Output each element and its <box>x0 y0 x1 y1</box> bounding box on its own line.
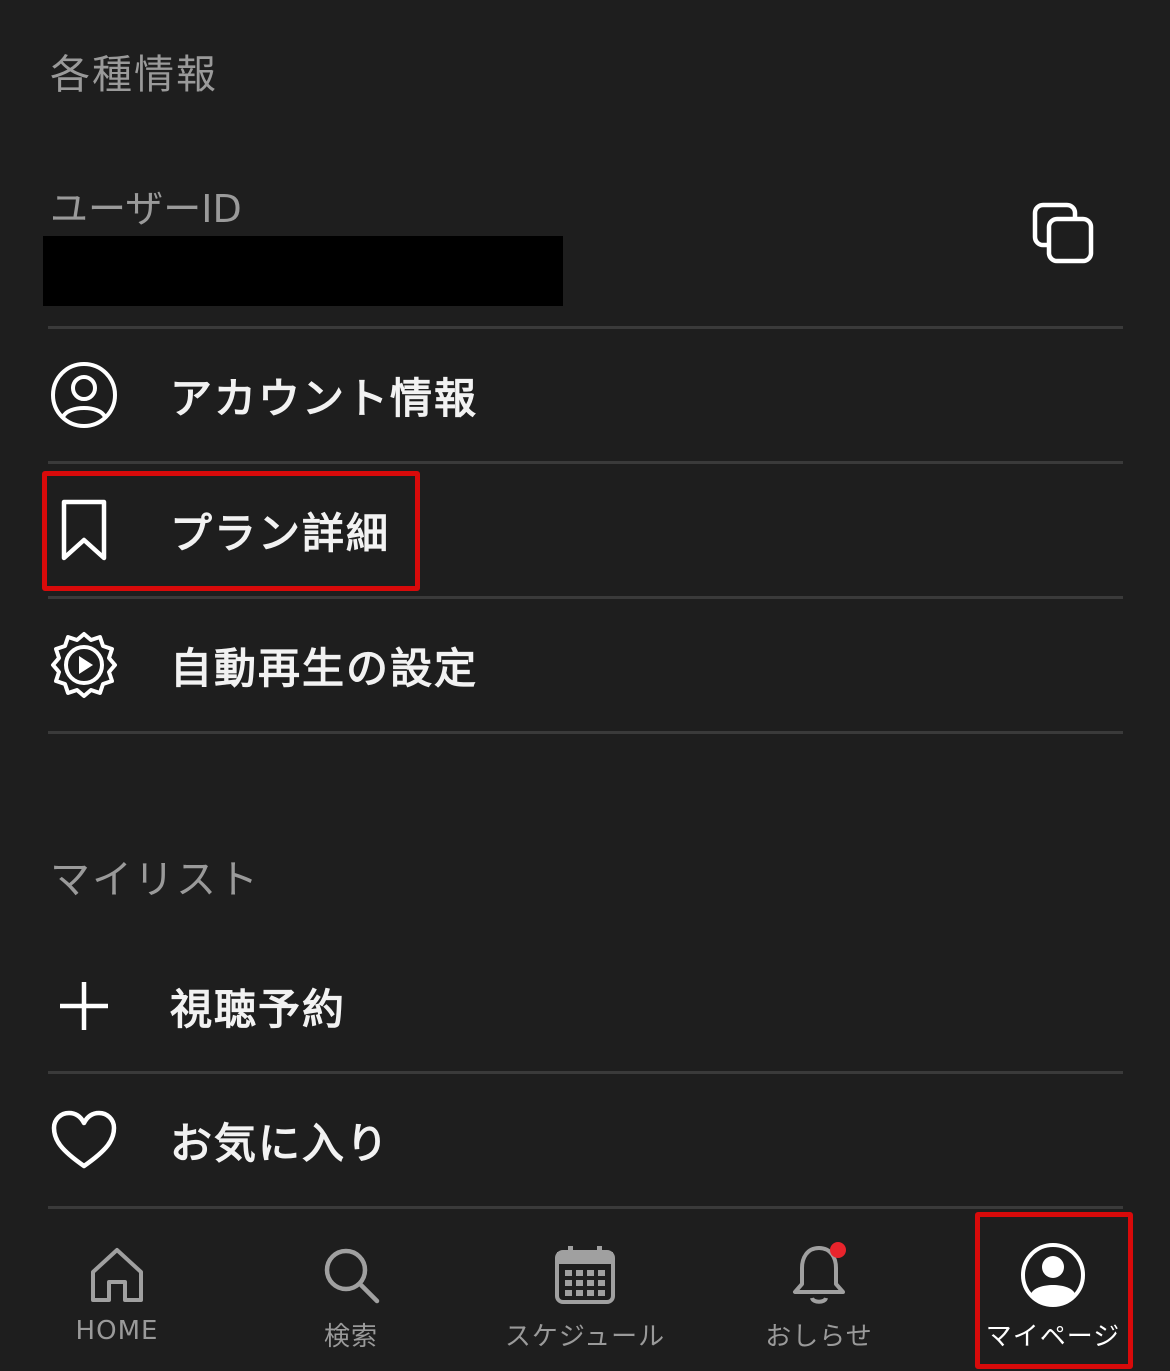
menu-item-autoplay[interactable]: 自動再生の設定 <box>48 599 1123 731</box>
tab-label-search: 検索 <box>323 1322 378 1352</box>
menu-item-reserve[interactable]: 視聴予約 <box>48 940 1123 1072</box>
highlight-plan-details <box>42 471 420 591</box>
gear-play-icon <box>48 629 120 701</box>
home-icon <box>82 1240 152 1310</box>
tab-label-notices: おしらせ <box>765 1322 873 1352</box>
divider <box>48 1206 1123 1209</box>
copy-icon <box>1032 202 1094 264</box>
tab-label-home: HOME <box>75 1316 159 1346</box>
menu-label-favorites: お気に入り <box>170 1118 391 1168</box>
tab-search[interactable]: 検索 <box>234 1210 468 1371</box>
user-id-value-redacted <box>43 236 563 306</box>
notification-badge <box>830 1242 846 1258</box>
plus-icon <box>48 970 120 1042</box>
search-icon <box>316 1240 386 1310</box>
user-id-label: ユーザーID <box>50 187 242 231</box>
tab-home[interactable]: HOME <box>0 1210 234 1371</box>
divider <box>48 731 1123 734</box>
tab-label-schedule: スケジュール <box>504 1322 666 1352</box>
menu-label-reserve: 視聴予約 <box>170 984 347 1034</box>
section-title-info: 各種情報 <box>50 52 218 98</box>
copy-user-id-button[interactable] <box>1025 195 1101 271</box>
mypage-screen: 各種情報 ユーザーID アカウント情報 プラン詳細 自動再生の設定 マイリスト … <box>0 0 1170 1371</box>
menu-label-autoplay: 自動再生の設定 <box>170 643 479 693</box>
section-title-mylist: マイリスト <box>50 857 260 903</box>
calendar-icon <box>550 1240 620 1310</box>
tab-notices[interactable]: おしらせ <box>702 1210 936 1371</box>
highlight-mypage-tab <box>975 1212 1133 1369</box>
menu-item-account[interactable]: アカウント情報 <box>48 329 1123 461</box>
bell-icon <box>784 1240 854 1310</box>
tab-schedule[interactable]: スケジュール <box>468 1210 702 1371</box>
account-circle-icon <box>48 359 120 431</box>
heart-icon <box>48 1104 120 1176</box>
menu-label-account: アカウント情報 <box>170 373 479 423</box>
menu-item-favorites[interactable]: お気に入り <box>48 1074 1123 1206</box>
